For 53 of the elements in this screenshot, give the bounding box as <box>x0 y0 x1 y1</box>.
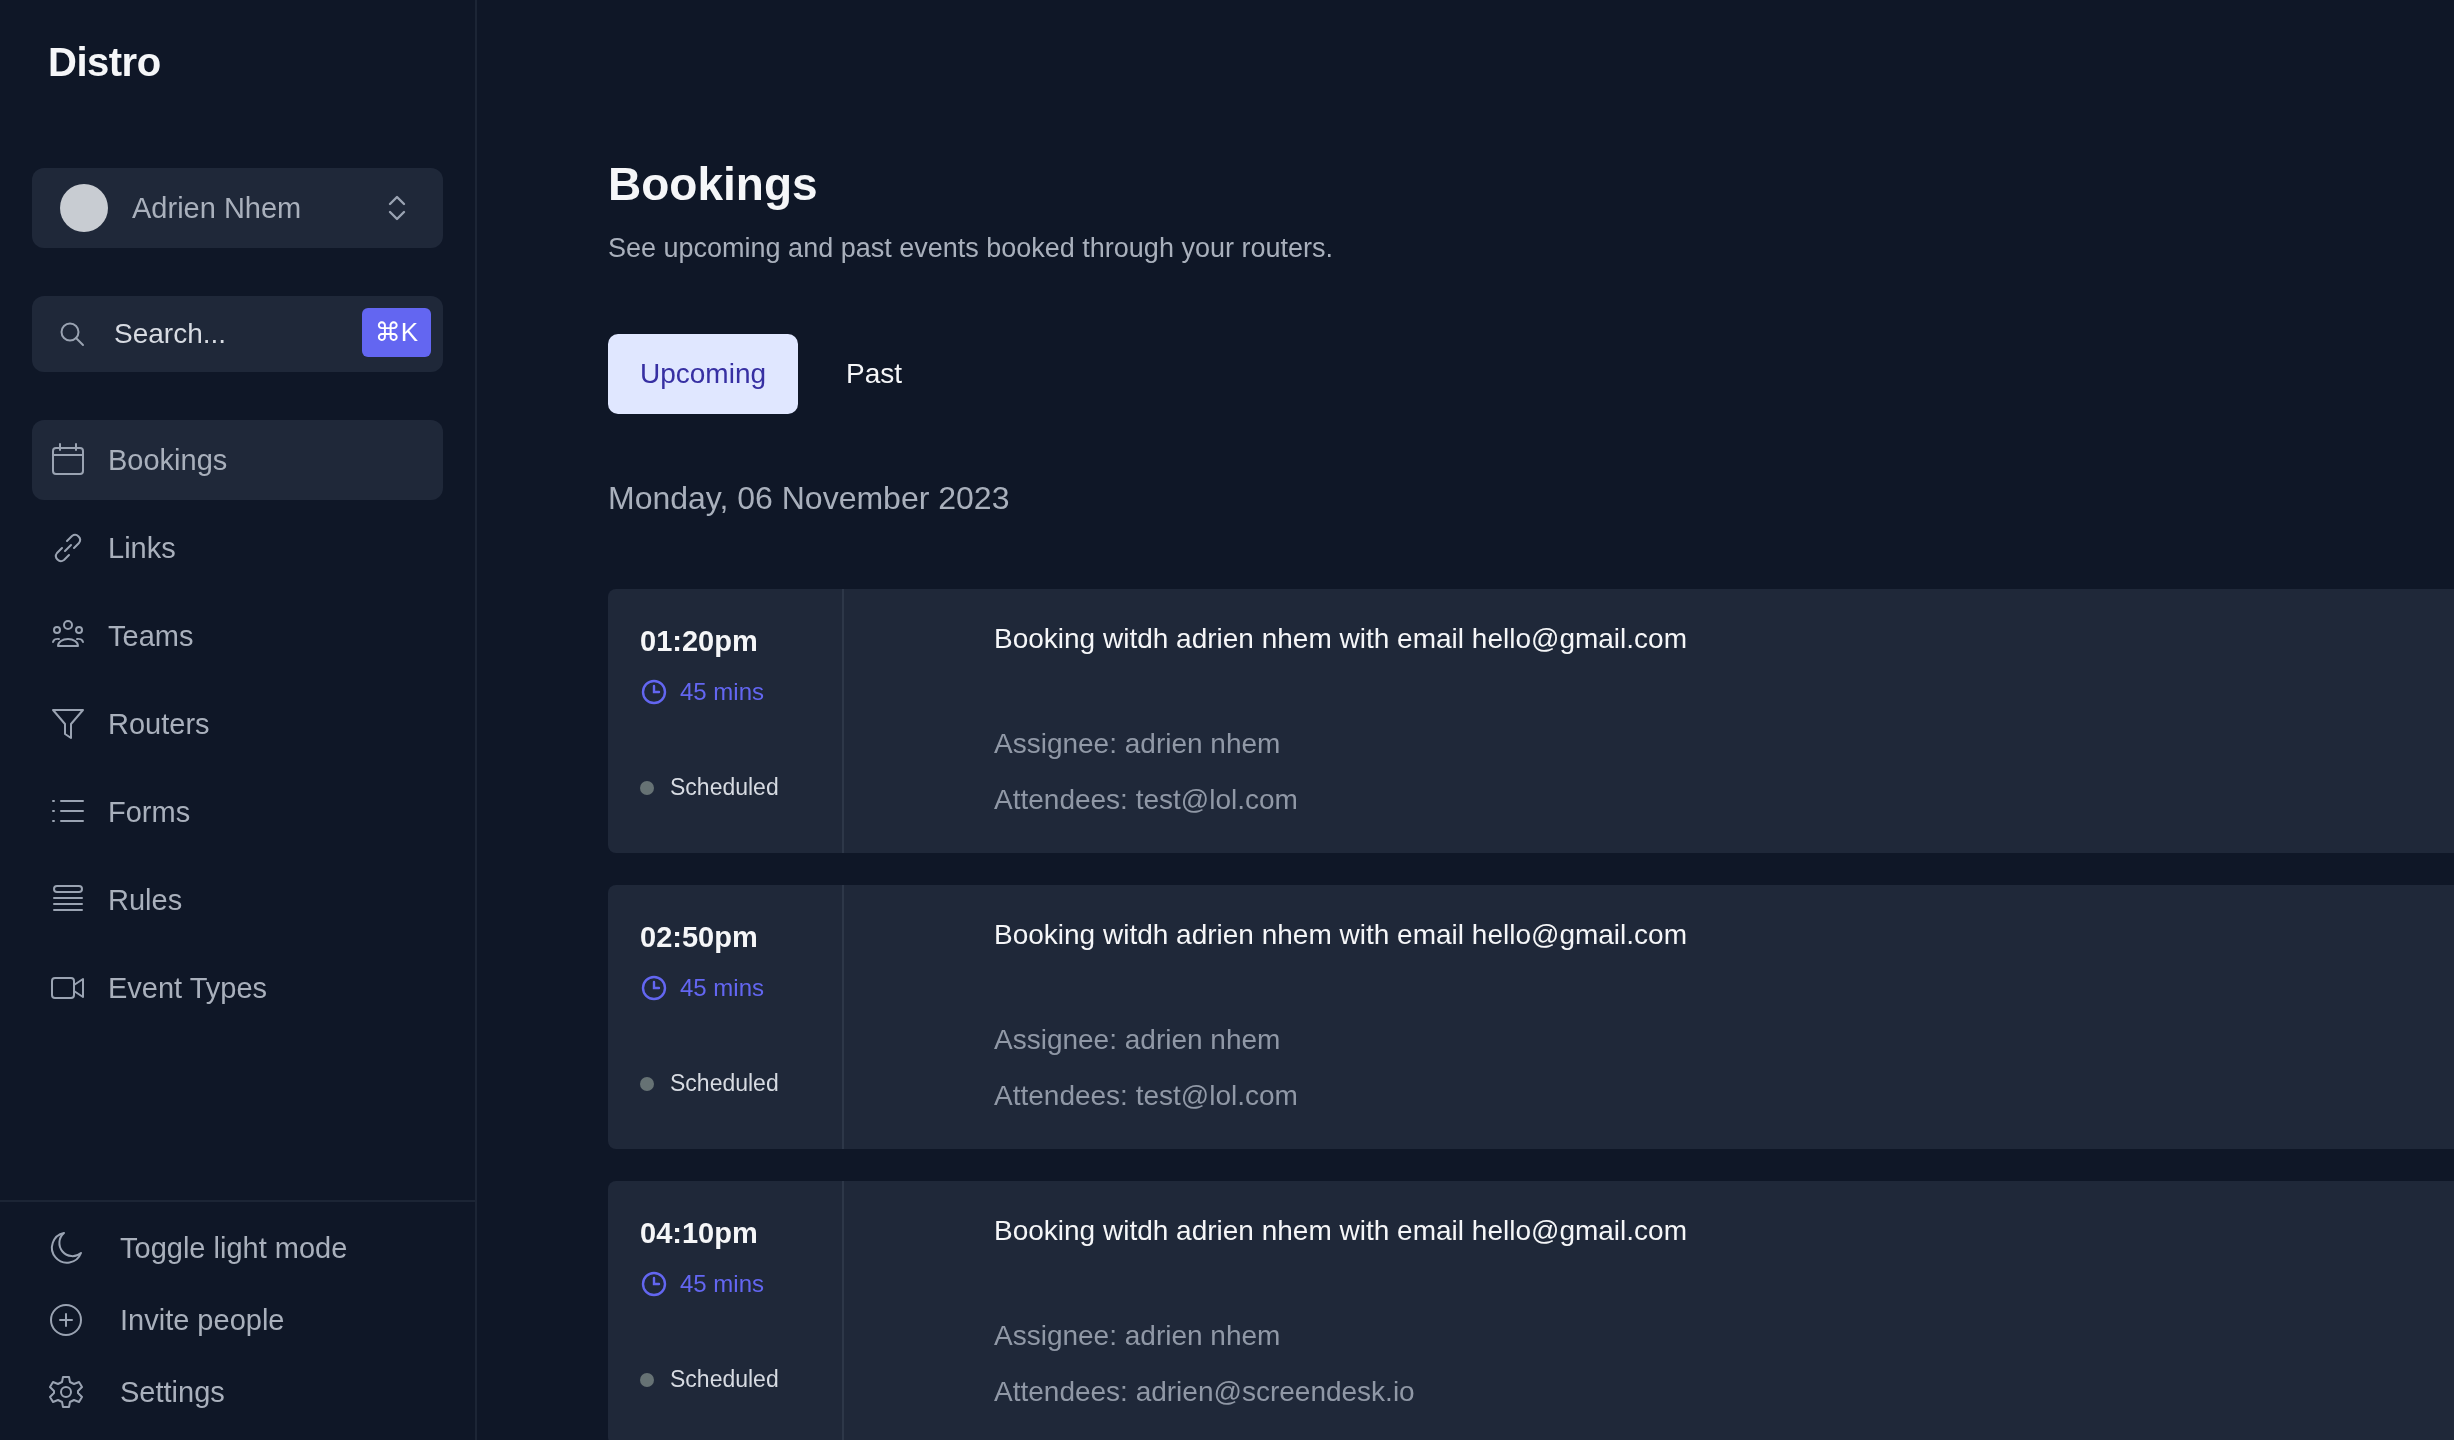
sidebar-link[interactable]: Settings <box>48 1356 475 1428</box>
booking-duration: 45 mins <box>680 1270 765 1298</box>
status-dot <box>640 1372 654 1387</box>
booking-attendees: Attendees: test@lol.com <box>994 1080 1299 1112</box>
clock-icon <box>640 1270 668 1298</box>
booking-duration: 45 mins <box>680 678 765 706</box>
booking-card[interactable]: 04:10pm 45 mins Scheduled Booking witdh adrien nhem with email hello@gmail.com Assignee: adrien nhem Attendees: adrien@screendesk.io <box>608 1181 2454 1440</box>
booking-duration: 45 mins <box>680 974 765 1002</box>
booking-status: Scheduled <box>670 1366 779 1393</box>
shortcut-badge: ⌘K <box>361 308 431 357</box>
nav-item[interactable]: Event Types <box>32 948 443 1028</box>
sidebar-link[interactable]: Toggle light mode <box>48 1212 475 1284</box>
booking-attendees: Attendees: adrien@screendesk.io <box>994 1376 1416 1408</box>
tab[interactable]: Past <box>814 334 935 414</box>
page-title: Bookings <box>608 157 819 211</box>
search-icon <box>58 320 86 348</box>
moon-icon <box>48 1230 84 1266</box>
app-logo: Distro <box>47 39 162 86</box>
settings-icon <box>48 1374 84 1410</box>
account-switcher[interactable]: Adrien Nhem <box>32 168 443 248</box>
nav-item[interactable]: Links <box>32 508 443 588</box>
booking-card[interactable]: 02:50pm 45 mins Scheduled Booking witdh adrien nhem with email hello@gmail.com Assignee: adrien nhem Attendees: test@lol.com <box>608 885 2454 1149</box>
booking-time: 01:20pm <box>640 625 759 658</box>
calendar-icon <box>50 442 86 478</box>
booking-time: 04:10pm <box>640 1217 759 1250</box>
clock-icon <box>640 974 668 1002</box>
clock-icon <box>640 678 668 706</box>
nav-item[interactable]: Rules <box>32 860 443 940</box>
booking-assignee: Assignee: adrien nhem <box>994 728 1282 760</box>
sidebar-link[interactable]: Invite people <box>48 1284 475 1356</box>
nav-item[interactable]: Forms <box>32 772 443 852</box>
chevron-up-down-icon <box>387 194 407 222</box>
page-subtitle: See upcoming and past events booked through your routers. <box>608 233 1334 264</box>
booking-assignee: Assignee: adrien nhem <box>994 1320 1282 1352</box>
funnel-icon <box>50 706 86 742</box>
date-heading: Monday, 06 November 2023 <box>608 480 1011 517</box>
booking-status: Scheduled <box>670 774 779 801</box>
booking-assignee: Assignee: adrien nhem <box>994 1024 1282 1056</box>
nav-item[interactable]: Routers <box>32 684 443 764</box>
booking-attendees: Attendees: test@lol.com <box>994 784 1299 816</box>
booking-card[interactable]: 01:20pm 45 mins Scheduled Booking witdh adrien nhem with email hello@gmail.com Assignee: adrien nhem Attendees: test@lol.com <box>608 589 2454 853</box>
booking-title: Booking witdh adrien nhem with email hello@gmail.com <box>994 919 1687 951</box>
plus-circle-icon <box>48 1302 84 1338</box>
nav-item[interactable]: Teams <box>32 596 443 676</box>
booking-title: Booking witdh adrien nhem with email hello@gmail.com <box>994 623 1687 655</box>
status-dot <box>640 1076 654 1091</box>
nav-item[interactable]: Bookings <box>32 420 443 500</box>
avatar <box>60 184 108 232</box>
booking-status: Scheduled <box>670 1070 779 1097</box>
tab[interactable]: Upcoming <box>608 334 799 414</box>
booking-time: 02:50pm <box>640 921 759 954</box>
status-dot <box>640 780 654 795</box>
booking-title: Booking witdh adrien nhem with email hello@gmail.com <box>994 1215 1687 1247</box>
